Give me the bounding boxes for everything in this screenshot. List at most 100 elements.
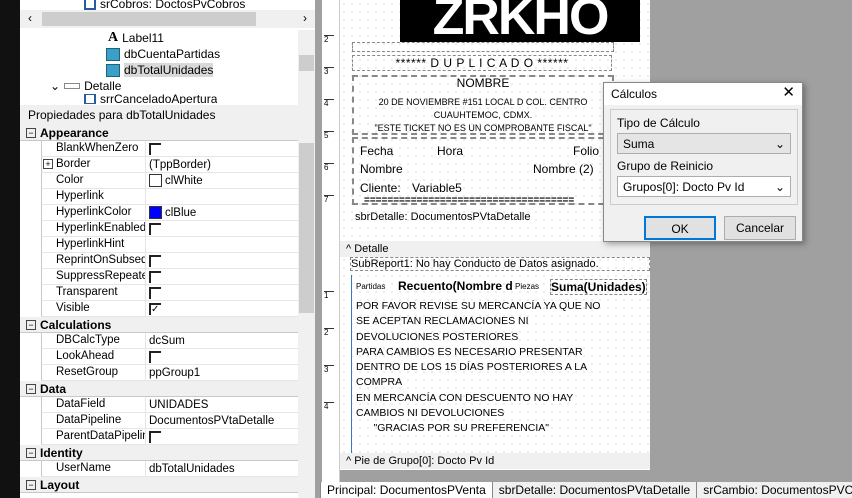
category-layout[interactable]: − Layout <box>20 477 298 493</box>
splitter[interactable] <box>315 0 322 498</box>
grupo-select[interactable]: Grupos[0]: Docto Pv Id ⌄ <box>617 176 791 197</box>
category-calculations[interactable]: − Calculations <box>20 317 298 333</box>
band-pie-de-grupo[interactable]: ^ Pie de Grupo[0]: Docto Pv Id <box>340 453 650 469</box>
tipo-select[interactable]: Suma ⌄ <box>617 133 791 154</box>
checkbox[interactable] <box>149 270 161 283</box>
property-value[interactable] <box>146 253 161 268</box>
category-appearance[interactable]: − Appearance <box>20 125 298 141</box>
close-icon[interactable]: ✕ <box>782 85 795 101</box>
checkbox[interactable] <box>149 222 161 235</box>
checkbox[interactable] <box>149 350 161 363</box>
separator-line[interactable]: ==================================== <box>364 195 609 206</box>
footer-memo[interactable]: POR FAVOR REVISE SU MERCANCÍA YA QUE NO S… <box>356 299 600 437</box>
property-value[interactable]: clWhite <box>146 173 203 188</box>
tree-item-label11[interactable]: A Label11 <box>108 30 164 46</box>
property-row[interactable]: HyperlinkHint <box>41 237 298 253</box>
property-row[interactable]: DataPipeline DocumentosPVtaDetalle <box>41 413 298 429</box>
collapse-icon[interactable]: − <box>26 447 36 458</box>
collapse-icon[interactable]: − <box>26 479 36 490</box>
property-value[interactable]: dcSum <box>146 333 185 348</box>
nombre-field[interactable]: Nombre <box>360 162 403 176</box>
fiscal-notice[interactable]: "ESTE TICKET NO ES UN COMPROBANTE FISCAL… <box>352 123 614 133</box>
tree-item-detalle[interactable]: ⌄ Detalle <box>50 78 121 94</box>
nombre-label[interactable]: NOMBRE <box>352 76 614 90</box>
property-value[interactable] <box>146 429 161 444</box>
property-value[interactable] <box>146 189 149 204</box>
property-row[interactable]: DBCalcType dcSum <box>41 333 298 349</box>
folio-label[interactable]: Folio <box>573 144 599 158</box>
property-value[interactable]: dbTotalUnidades <box>146 461 235 476</box>
ok-button[interactable]: OK <box>644 216 716 240</box>
expand-icon[interactable]: + <box>43 159 53 169</box>
property-value[interactable]: ppGroup1 <box>146 365 200 380</box>
checkbox[interactable] <box>149 286 161 299</box>
tab-sbrdetalle[interactable]: sbrDetalle: DocumentosPVtaDetalle <box>491 482 697 498</box>
property-value[interactable]: (TppBorder) <box>146 157 211 172</box>
property-row[interactable]: UserName dbTotalUnidades <box>41 461 298 477</box>
property-value[interactable] <box>146 141 161 156</box>
property-row[interactable]: ResetGroup ppGroup1 <box>41 365 298 381</box>
collapse-icon[interactable]: − <box>26 319 36 330</box>
property-row[interactable]: Visible ✓ <box>41 301 298 317</box>
line-shape[interactable] <box>352 42 614 52</box>
band-detalle[interactable]: ^ Detalle <box>340 241 650 257</box>
recuento-dbcalc[interactable]: Recuento(Nombre d <box>398 279 512 293</box>
property-row[interactable]: Hyperlink <box>41 189 298 205</box>
property-row[interactable]: HyperlinkEnabled <box>41 221 298 237</box>
nombre2-field[interactable]: Nombre (2) <box>533 162 594 176</box>
chevron-right-icon[interactable]: › <box>303 11 307 25</box>
tree-hscrollbar[interactable]: ‹ › <box>20 10 315 28</box>
partidas-label[interactable]: Partidas <box>356 282 385 291</box>
property-value[interactable]: DocumentosPVtaDetalle <box>146 413 274 428</box>
tree-item-dbcuentapartidas[interactable]: dbCuentaPartidas <box>106 46 220 62</box>
property-row[interactable]: BlankWhenZero <box>41 141 298 157</box>
property-row[interactable]: SuppressRepeatec <box>41 269 298 285</box>
property-value[interactable] <box>146 285 161 300</box>
property-row[interactable]: HyperlinkColor clBlue <box>41 205 298 221</box>
property-row[interactable]: Color clWhite <box>41 173 298 189</box>
suma-dbcalc-selected[interactable]: Suma(Unidades) <box>550 279 647 295</box>
property-value[interactable]: clBlue <box>146 205 196 220</box>
collapse-icon[interactable]: − <box>26 383 36 394</box>
address-line-2[interactable]: CUAUHTEMOC, CDMX. <box>352 110 614 120</box>
property-row[interactable]: ReprintOnSubsequ <box>41 253 298 269</box>
property-row[interactable]: ParentDataPipeline <box>41 429 298 445</box>
tab-srcambio[interactable]: srCambio: DocumentosPVC <box>696 482 852 498</box>
subreport1[interactable]: SubReport1: No hay Conducto de Datos asi… <box>350 257 650 271</box>
category-data[interactable]: − Data <box>20 381 298 397</box>
checkbox[interactable] <box>149 430 161 443</box>
duplicado-label[interactable]: ****** D U P L I C A D O ****** <box>352 55 612 71</box>
property-row[interactable]: Transparent <box>41 285 298 301</box>
tree-item[interactable]: srrCanceladoApertura <box>84 94 217 104</box>
property-value[interactable] <box>146 237 149 252</box>
checkbox[interactable] <box>149 142 161 155</box>
chevron-down-icon[interactable]: ⌄ <box>50 79 60 93</box>
collapse-icon[interactable]: − <box>26 127 36 138</box>
tab-principal[interactable]: Principal: DocumentosPVenta <box>320 482 492 498</box>
checkbox[interactable] <box>149 254 161 267</box>
variable5-field[interactable]: Variable5 <box>412 181 462 195</box>
property-row[interactable]: DataField UNIDADES <box>41 397 298 413</box>
chevron-left-icon[interactable]: ‹ <box>28 11 32 25</box>
checkbox[interactable]: ✓ <box>149 302 161 315</box>
cancel-button[interactable]: Cancelar <box>724 216 796 240</box>
address-line-1[interactable]: 20 DE NOVIEMBRE #151 LOCAL D COL. CENTRO <box>352 97 614 107</box>
hora-label[interactable]: Hora <box>437 144 463 158</box>
fecha-label[interactable]: Fecha <box>360 144 393 158</box>
piezas-label[interactable]: Piezas <box>515 282 539 291</box>
cliente-label[interactable]: Cliente: <box>360 181 401 195</box>
dbcalc-icon <box>106 63 120 77</box>
property-grid-scrollbar[interactable] <box>298 125 315 498</box>
tree-item-dbtotalunidades[interactable]: dbTotalUnidades <box>106 62 214 78</box>
logo-image[interactable]: ZRKHO <box>400 0 640 42</box>
property-value[interactable]: UNIDADES <box>146 397 208 412</box>
sbrdetalle-subreport[interactable]: sbrDetalle: DocumentosPVtaDetalle <box>355 211 530 223</box>
category-identity[interactable]: − Identity <box>20 445 298 461</box>
tree-vscrollbar[interactable] <box>298 30 315 105</box>
property-value[interactable] <box>146 269 161 284</box>
property-value[interactable] <box>146 221 161 236</box>
property-value[interactable] <box>146 349 161 364</box>
property-row[interactable]: LookAhead <box>41 349 298 365</box>
property-value[interactable]: ✓ <box>146 301 161 316</box>
property-row[interactable]: + Border (TppBorder) <box>41 157 298 173</box>
